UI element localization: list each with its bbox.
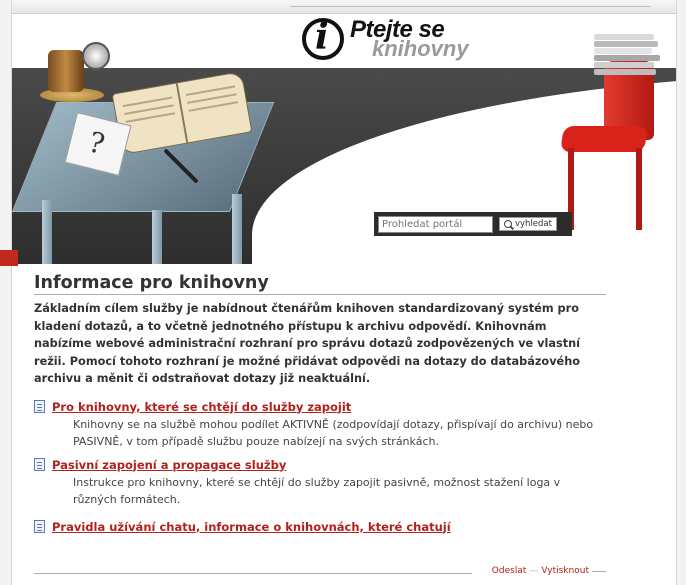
desk-leg <box>42 200 52 264</box>
info-icon: i <box>302 16 344 60</box>
list-item-description: Knihovny se na službě mohou podílet AKTI… <box>73 417 594 448</box>
book-stack-illustration <box>594 34 662 78</box>
print-link[interactable]: Vytisknout <box>541 566 589 576</box>
desk-leg <box>152 210 162 264</box>
logo-letter: i <box>315 16 329 58</box>
list-item: Pravidla užívání chatu, informace o knih… <box>34 520 606 534</box>
intro-text: Základním cílem služby je nabídnout čten… <box>34 302 581 385</box>
search-button[interactable]: vyhledat <box>499 217 557 231</box>
footer-rule <box>34 573 472 574</box>
magnifier-icon <box>504 220 512 228</box>
search-input[interactable] <box>378 215 493 233</box>
list-item: Pro knihovny, které se chtějí do služby … <box>34 400 606 450</box>
list-item: Pasivní zapojení a propagace služby Inst… <box>34 458 606 508</box>
browser-top-bar <box>0 0 686 14</box>
search-bar: vyhledat <box>374 212 572 236</box>
site-logo[interactable]: i Ptejte se knihovny <box>294 16 490 64</box>
link-chat-rules[interactable]: Pravidla užívání chatu, informace o knih… <box>52 520 451 534</box>
send-link[interactable]: Odeslat <box>492 566 527 576</box>
search-button-label: vyhledat <box>515 219 552 229</box>
lamp-head <box>82 42 110 70</box>
accent-stripe <box>0 250 18 266</box>
site-header: ? i Ptejte se knihovny vyhledat <box>12 14 676 264</box>
chair-leg <box>636 148 642 230</box>
document-icon <box>34 400 45 413</box>
main-content: Informace pro knihovny Základním cílem s… <box>34 273 606 542</box>
link-join-service[interactable]: Pro knihovny, které se chtějí do služby … <box>52 400 351 414</box>
footer-end-rule <box>592 570 606 572</box>
logo-subtitle: knihovny <box>372 36 469 61</box>
link-passive-participation[interactable]: Pasivní zapojení a propagace služby <box>52 458 286 472</box>
top-bar-rule <box>290 6 650 7</box>
lamp-illustration <box>48 50 84 92</box>
document-icon <box>34 458 45 471</box>
page-title: Informace pro knihovny <box>34 273 606 295</box>
right-frame <box>676 0 686 585</box>
list-item-description: Instrukce pro knihovny, které se chtějí … <box>73 475 561 506</box>
footer-actions: Odeslat — Vytisknout <box>492 566 606 576</box>
desk-leg <box>232 194 242 264</box>
left-frame <box>0 0 12 585</box>
footer-separator: — <box>529 566 539 576</box>
document-icon <box>34 520 45 533</box>
page-footer: Odeslat — Vytisknout <box>34 566 606 580</box>
link-list: Pro knihovny, které se chtějí do služby … <box>34 400 606 534</box>
